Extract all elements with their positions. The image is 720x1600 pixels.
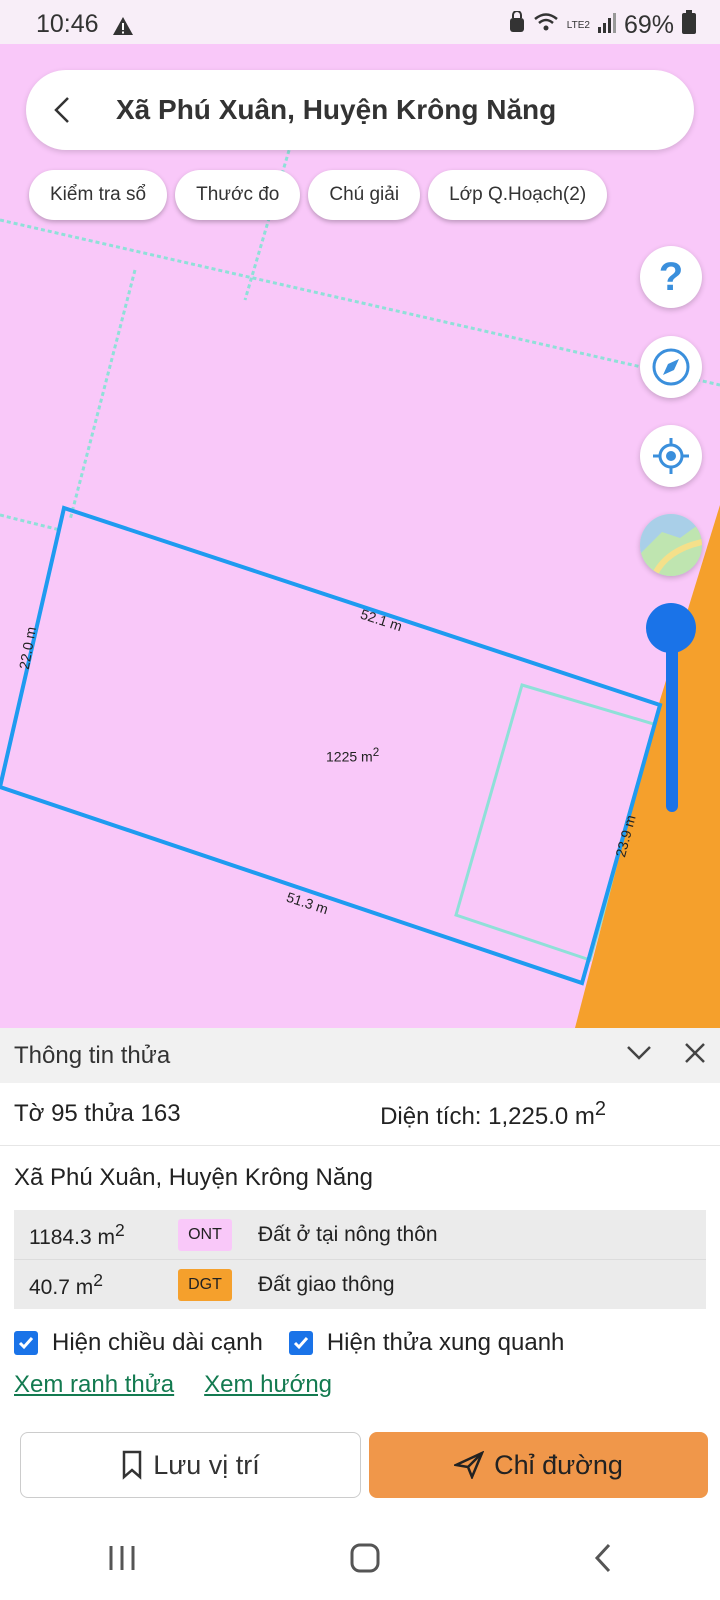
- map-canvas[interactable]: [0, 0, 720, 1028]
- collapse-button[interactable]: [626, 1045, 652, 1066]
- parcel-area: Diện tích: 1,225.0 m2: [380, 1098, 606, 1131]
- my-location-button[interactable]: [640, 425, 702, 487]
- parcel-area-sup: 2: [594, 1097, 606, 1120]
- parcel-summary-row: Tờ 95 thửa 163 Diện tích: 1,225.0 m2: [0, 1083, 720, 1146]
- action-buttons: Lưu vị trí Chỉ đường: [20, 1432, 708, 1498]
- parcel-number: Tờ 95 thửa 163: [14, 1100, 181, 1127]
- help-button[interactable]: ?: [640, 246, 702, 308]
- chip-check-book[interactable]: Kiểm tra sổ: [29, 170, 168, 220]
- lock-icon: [509, 10, 525, 40]
- compass-icon: [652, 348, 690, 386]
- parcel-area-label: 1225 m2: [326, 746, 379, 765]
- land-use-code-badge: ONT: [178, 1218, 232, 1251]
- view-boundary-link[interactable]: Xem ranh thửa: [14, 1371, 174, 1399]
- directions-label: Chỉ đường: [494, 1449, 623, 1480]
- show-edge-length-label: Hiện chiều dài cạnh: [52, 1329, 263, 1356]
- network-label: LTE2: [566, 20, 590, 31]
- signal-icon: [597, 11, 616, 40]
- parcel-area-unit-sup: 2: [372, 746, 380, 759]
- save-location-label: Lưu vị trí: [153, 1449, 260, 1480]
- system-nav-bar: [0, 1520, 720, 1600]
- check-icon: [18, 1337, 34, 1350]
- check-icon: [293, 1337, 308, 1350]
- options-row: Hiện chiều dài cạnh Hiện thửa xung quanh: [0, 1323, 720, 1363]
- status-time: 10:46: [36, 10, 99, 38]
- land-use-name: Đất ở tại nông thôn: [258, 1222, 438, 1246]
- map-layer-icon: [640, 514, 702, 576]
- directions-button[interactable]: Chỉ đường: [369, 1432, 708, 1498]
- links-row: Xem ranh thửa Xem hướng: [0, 1371, 720, 1399]
- zoom-slider-handle[interactable]: [646, 603, 696, 653]
- battery-percent: 69%: [623, 11, 674, 39]
- parcel-area-value: 1225 m: [326, 748, 373, 765]
- chip-legend[interactable]: Chú giải: [308, 170, 421, 220]
- save-location-button[interactable]: Lưu vị trí: [20, 1432, 361, 1498]
- bookmark-icon: [122, 1450, 142, 1480]
- chip-planning-layer[interactable]: Lớp Q.Hoạch(2): [428, 170, 608, 220]
- show-edge-length-checkbox[interactable]: [14, 1331, 38, 1355]
- chip-ruler[interactable]: Thước đo: [175, 170, 301, 220]
- battery-icon: [682, 10, 696, 41]
- home-button[interactable]: [350, 1543, 380, 1578]
- page-title: Xã Phú Xuân, Huyện Krông Năng: [116, 94, 557, 125]
- panel-header: Thông tin thửa: [0, 1028, 720, 1083]
- location-header[interactable]: Xã Phú Xuân, Huyện Krông Năng: [26, 70, 694, 150]
- close-button[interactable]: [684, 1042, 706, 1069]
- tool-chips: Kiểm tra sổ Thước đo Chú giải Lớp Q.Hoạc…: [29, 170, 608, 220]
- map-view[interactable]: 52.1 m 22.0 m 23.9 m 51.3 m 1225 m2: [0, 0, 720, 1028]
- question-icon: ?: [658, 254, 684, 299]
- zoom-slider-track[interactable]: [666, 628, 678, 812]
- close-icon: [685, 1043, 705, 1063]
- home-icon: [350, 1543, 380, 1572]
- back-nav-icon: [595, 1543, 611, 1572]
- back-nav-button[interactable]: [593, 1543, 613, 1578]
- parcel-address: Xã Phú Xuân, Huyện Krông Năng: [14, 1164, 373, 1191]
- neighbour-boundary-line: [0, 513, 61, 532]
- warning-icon: [112, 14, 134, 43]
- land-use-code-badge: DGT: [178, 1268, 232, 1301]
- land-use-table: 1184.3 m2 ONT Đất ở tại nông thôn 40.7 m…: [14, 1210, 706, 1309]
- neighbour-boundary-line: [0, 218, 720, 387]
- chevron-down-icon: [627, 1046, 651, 1060]
- show-surrounding-label: Hiện thửa xung quanh: [326, 1329, 565, 1356]
- show-surrounding-checkbox[interactable]: [288, 1331, 313, 1355]
- recent-apps-icon: [109, 1545, 135, 1570]
- neighbour-boundary-line: [68, 269, 137, 521]
- recent-apps-button[interactable]: [107, 1544, 137, 1577]
- target-icon: [653, 438, 689, 474]
- road-strip: [575, 505, 720, 1028]
- panel-title: Thông tin thửa: [14, 1041, 171, 1069]
- parcel-info-panel: Thông tin thửa Tờ 95 thửa 163 Diện tích:…: [0, 1028, 720, 1600]
- send-icon: [454, 1451, 485, 1479]
- land-use-row: 40.7 m2 DGT Đất giao thông: [14, 1260, 706, 1309]
- land-use-name: Đất giao thông: [258, 1272, 395, 1296]
- compass-button[interactable]: [640, 336, 702, 398]
- land-use-row: 1184.3 m2 ONT Đất ở tại nông thôn: [14, 1210, 706, 1260]
- status-bar: 10:46 LTE2 69%: [0, 0, 720, 44]
- back-button[interactable]: [52, 95, 92, 125]
- wifi-icon: [533, 11, 559, 40]
- land-use-area: 1184.3 m2: [29, 1219, 125, 1249]
- view-direction-link[interactable]: Xem hướng: [204, 1371, 332, 1399]
- back-arrow-icon: [54, 97, 69, 123]
- land-use-area: 40.7 m2: [29, 1269, 103, 1299]
- parcel-area-text: Diện tích: 1,225.0 m: [380, 1102, 595, 1130]
- map-type-button[interactable]: [640, 514, 702, 576]
